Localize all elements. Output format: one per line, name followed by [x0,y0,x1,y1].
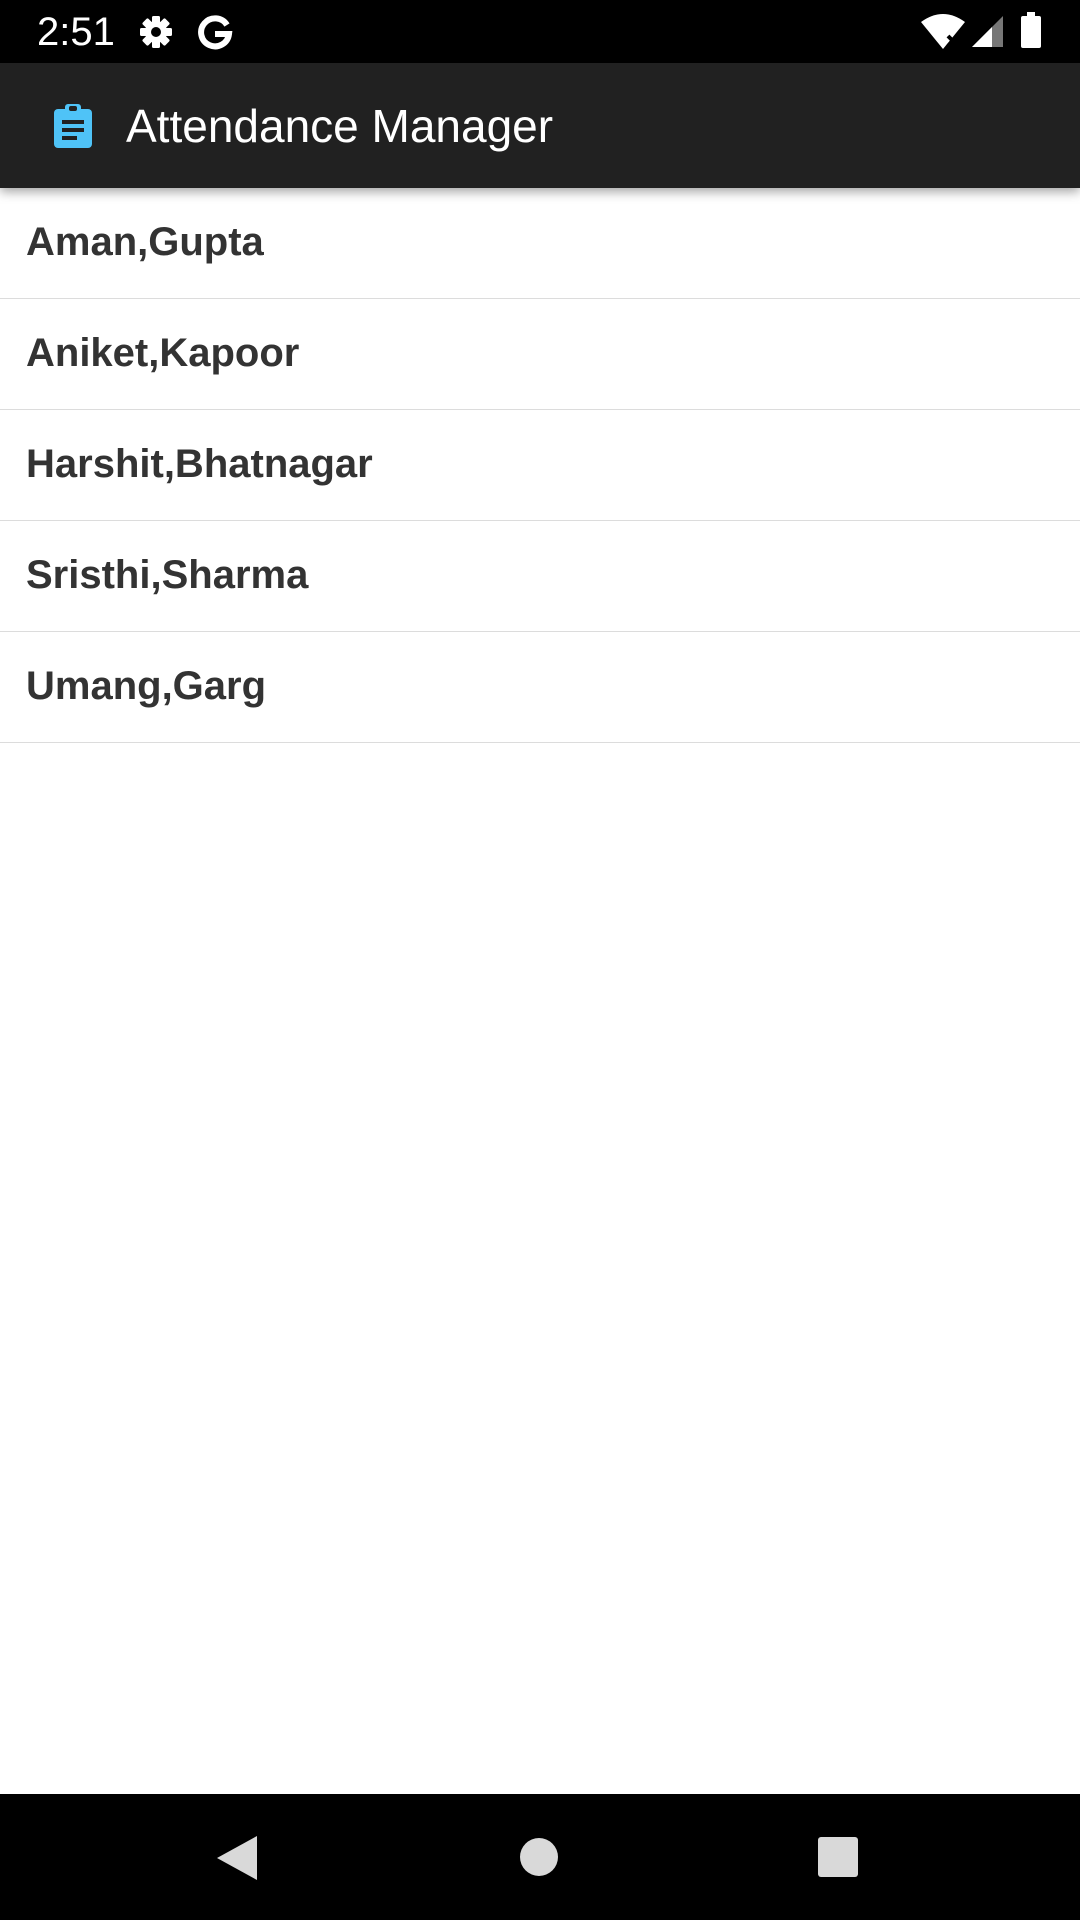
list-item[interactable]: Sristhi,Sharma [0,521,1080,632]
wifi-icon [921,14,965,49]
student-name: Aman,Gupta [26,220,264,264]
list-item[interactable]: Aman,Gupta [0,188,1080,299]
app-bar: Attendance Manager [0,63,1080,188]
list-item[interactable]: Harshit,Bhatnagar [0,410,1080,521]
list-item[interactable]: Aniket,Kapoor [0,299,1080,410]
student-list: Aman,Gupta Aniket,Kapoor Harshit,Bhatnag… [0,188,1080,743]
student-name: Umang,Garg [26,664,267,708]
gear-icon [140,16,172,48]
student-name: Aniket,Kapoor [26,331,300,375]
student-name: Sristhi,Sharma [26,553,309,597]
recents-icon[interactable] [817,1836,859,1878]
navigation-bar [0,1794,1080,1920]
student-name: Harshit,Bhatnagar [26,442,373,486]
status-bar: 2:51 [0,0,1080,63]
app-title: Attendance Manager [126,100,554,152]
cellular-signal-icon [972,16,1003,47]
battery-icon [1021,12,1041,48]
clipboard-icon [54,104,92,148]
home-icon[interactable] [518,1836,560,1878]
status-time: 2:51 [37,10,115,54]
google-g-icon [198,15,233,50]
list-item[interactable]: Umang,Garg [0,632,1080,743]
back-icon[interactable] [214,1834,258,1882]
